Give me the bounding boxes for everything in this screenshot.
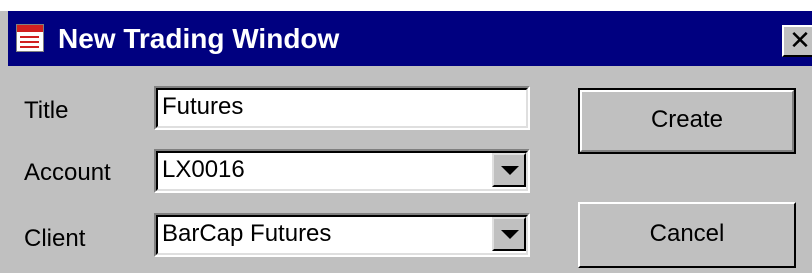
- title-field[interactable]: Futures: [154, 86, 530, 130]
- document-icon: [16, 24, 44, 52]
- title-field-value: Futures: [162, 93, 244, 120]
- client-label: Client: [24, 225, 86, 252]
- create-button[interactable]: Create: [578, 88, 796, 154]
- close-icon[interactable]: ✕: [782, 25, 812, 57]
- window-title: New Trading Window: [58, 23, 340, 54]
- title-label: Title: [24, 97, 69, 124]
- title-bar: New Trading Window ✕: [8, 11, 812, 66]
- client-dropdown-button[interactable]: [492, 217, 526, 251]
- account-select-value: LX0016: [162, 156, 245, 183]
- client-select[interactable]: BarCap Futures: [154, 213, 530, 257]
- account-select[interactable]: LX0016: [154, 149, 530, 193]
- client-select-value: BarCap Futures: [162, 220, 332, 247]
- chevron-down-icon: [501, 166, 519, 175]
- chevron-down-icon: [501, 230, 519, 239]
- account-dropdown-button[interactable]: [492, 153, 526, 187]
- account-label: Account: [24, 159, 111, 186]
- create-button-label: Create: [650, 106, 724, 133]
- cancel-button-label: Cancel: [649, 220, 725, 247]
- cancel-button[interactable]: Cancel: [578, 202, 796, 268]
- new-trading-window-dialog: New Trading Window ✕ Title Futures Accou…: [0, 11, 812, 273]
